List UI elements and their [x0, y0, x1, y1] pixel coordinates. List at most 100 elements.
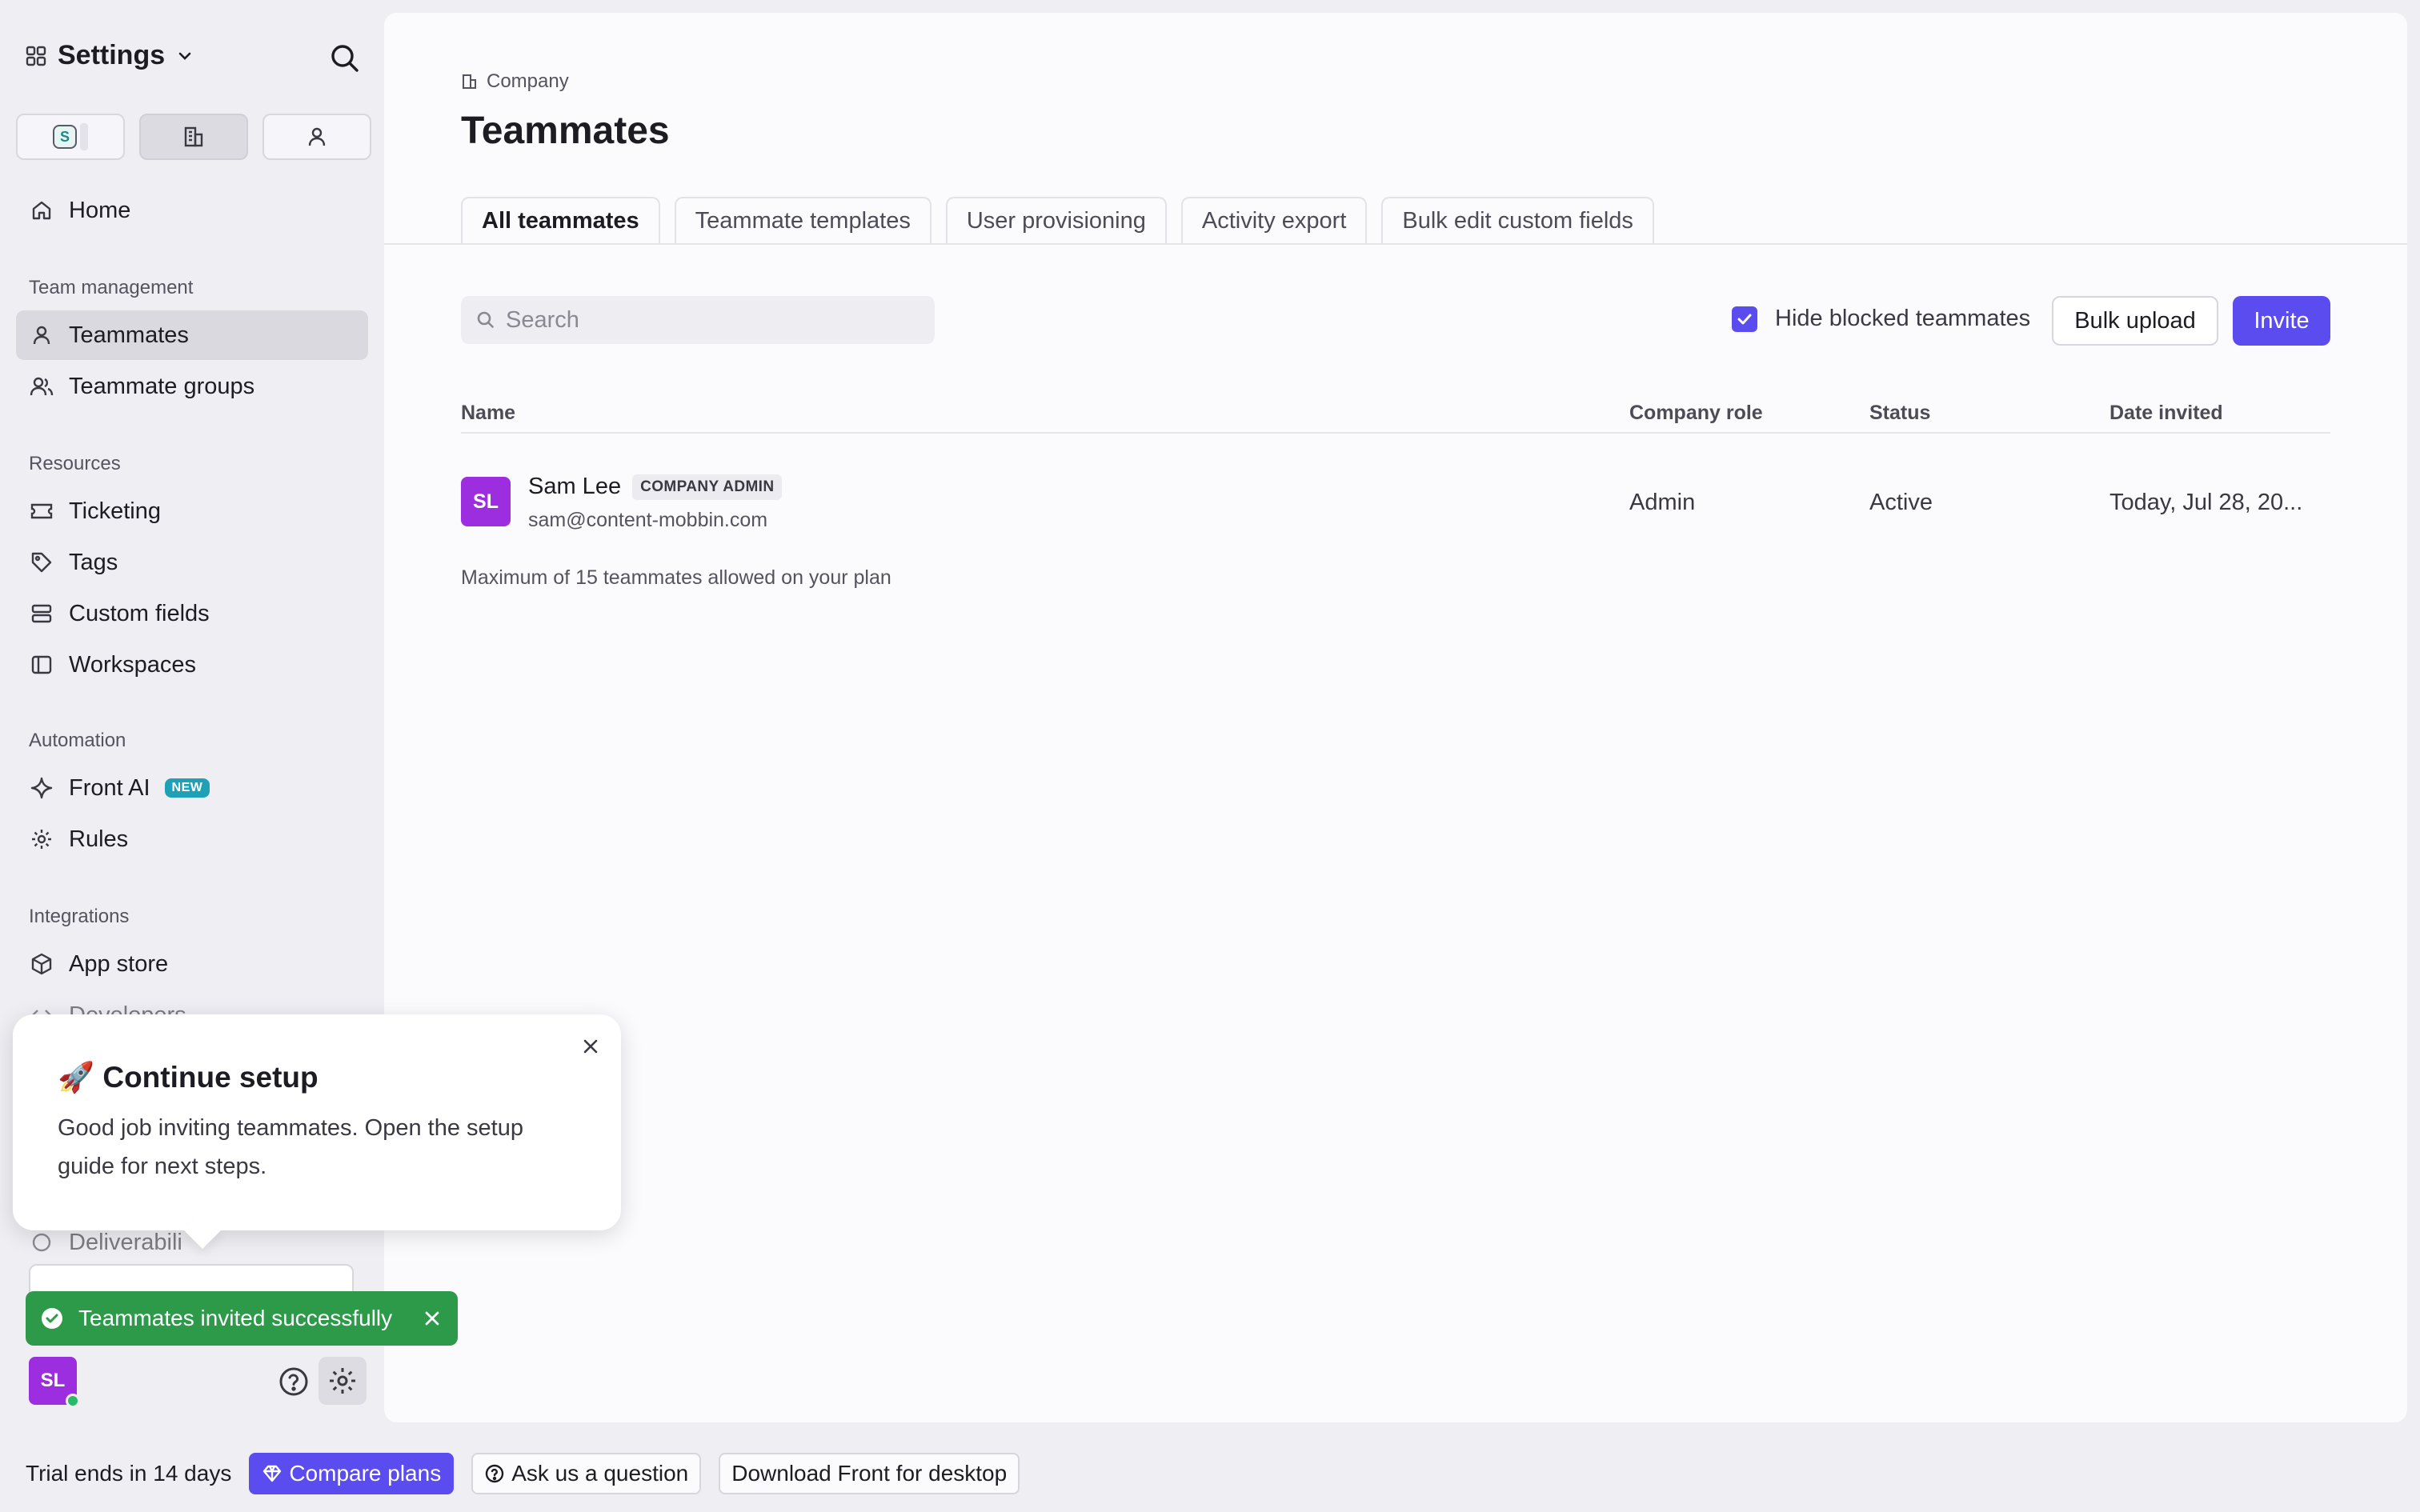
scope-personal-workspace-button[interactable]: S: [16, 114, 125, 160]
scope-company-button[interactable]: [139, 114, 248, 160]
close-icon[interactable]: [576, 1032, 605, 1061]
close-icon[interactable]: [419, 1306, 445, 1331]
popover-body: Good job inviting teammates. Open the se…: [58, 1115, 523, 1179]
tab-teammate-templates[interactable]: Teammate templates: [674, 197, 932, 243]
ticket-icon: [29, 498, 54, 524]
check-circle-icon: [40, 1306, 64, 1330]
hide-blocked-checkbox[interactable]: [1732, 306, 1757, 332]
table-header-divider: [461, 432, 2330, 434]
sidebar-item-label: Custom fields: [69, 600, 210, 626]
teammate-name: Sam Lee: [528, 474, 622, 499]
section-automation: Automation: [29, 730, 126, 751]
compare-plans-label: Compare plans: [289, 1461, 442, 1486]
compare-plans-button[interactable]: Compare plans: [249, 1453, 455, 1494]
sidebar-item-tags[interactable]: Tags: [16, 538, 368, 587]
section-team-management: Team management: [29, 277, 194, 298]
sidebar-item-rules[interactable]: Rules: [16, 814, 368, 864]
tabs: All teammates Teammate templates User pr…: [461, 197, 1654, 243]
popover-title: 🚀 Continue setup: [58, 1061, 319, 1095]
sidebar-item-label: Home: [69, 197, 131, 223]
download-desktop-button[interactable]: Download Front for desktop: [719, 1453, 1020, 1494]
breadcrumb[interactable]: Company: [461, 70, 569, 93]
sidebar-item-label: Teammate groups: [69, 373, 255, 399]
tab-activity-export[interactable]: Activity export: [1180, 197, 1368, 243]
search-field[interactable]: [461, 296, 935, 344]
download-desktop-label: Download Front for desktop: [731, 1461, 1008, 1486]
hide-blocked-label: Hide blocked teammates: [1775, 306, 2031, 331]
main-panel: Company Teammates All teammates Teammate…: [384, 13, 2407, 1422]
sidebar-item-front-ai[interactable]: Front AI NEW: [16, 763, 368, 813]
diamond-icon: [262, 1463, 282, 1484]
sidebar-item-label: Rules: [69, 826, 129, 852]
sidebar-item-label: Teammates: [69, 322, 189, 348]
user-icon: [305, 125, 329, 149]
search-input[interactable]: [506, 306, 906, 334]
success-toast: Teammates invited successfully: [26, 1291, 458, 1346]
tab-all-teammates[interactable]: All teammates: [461, 197, 660, 243]
user-icon: [29, 322, 54, 348]
sidebar-item-label: Ticketing: [69, 498, 161, 524]
building-icon: [461, 73, 479, 90]
gear-icon: [327, 1366, 358, 1396]
users-icon: [29, 374, 54, 399]
continue-setup-popover: 🚀 Continue setup Good job inviting teamm…: [13, 1014, 621, 1250]
sidebar-item-teammates[interactable]: Teammates: [16, 310, 368, 360]
popover-title-text: Continue setup: [102, 1061, 319, 1094]
sidebar-footer: SL: [29, 1357, 367, 1408]
online-status-dot: [66, 1394, 80, 1408]
status-cell: Active: [1869, 490, 1933, 515]
sidebar-title: Settings: [58, 40, 166, 70]
sidebar-item-app-store[interactable]: App store: [16, 939, 368, 989]
tabs-divider: [384, 243, 2407, 245]
column-header-name[interactable]: Name: [461, 402, 515, 425]
table-row[interactable]: SL Sam Lee COMPANY ADMIN sam@content-mob…: [461, 466, 2330, 542]
sidebar-item-ticketing[interactable]: Ticketing: [16, 486, 368, 536]
invite-button[interactable]: Invite: [2233, 296, 2330, 346]
avatar: SL: [461, 477, 511, 526]
workspace-avatar: S: [53, 125, 77, 149]
sidebar-item-label: Deliverabili: [69, 1229, 182, 1255]
date-invited-cell: Today, Jul 28, 20...: [2109, 490, 2303, 515]
custom-fields-icon: [29, 601, 54, 626]
sidebar-item-workspaces[interactable]: Workspaces: [16, 640, 368, 690]
column-header-company-role[interactable]: Company role: [1629, 402, 1763, 425]
rocket-icon: 🚀: [58, 1061, 95, 1094]
tab-user-provisioning[interactable]: User provisioning: [945, 197, 1167, 243]
settings-menu-button[interactable]: Settings: [26, 40, 194, 71]
teammate-name-cell: Sam Lee COMPANY ADMIN: [528, 474, 783, 500]
search-icon: [475, 310, 496, 330]
grid-icon: [26, 46, 46, 66]
sidebar-item-home[interactable]: Home: [16, 186, 368, 235]
settings-button[interactable]: [319, 1357, 367, 1405]
ask-question-button[interactable]: Ask us a question: [471, 1453, 702, 1494]
sidebar-item-teammate-groups[interactable]: Teammate groups: [16, 362, 368, 411]
gear-icon: [29, 826, 54, 852]
chevron-down-icon: [176, 47, 194, 65]
sidebar-item-custom-fields[interactable]: Custom fields: [16, 589, 368, 638]
workspace-stack-icon: [80, 123, 88, 150]
workspace-icon: [29, 652, 54, 678]
scope-personal-button[interactable]: [262, 114, 371, 160]
plan-limit-note: Maximum of 15 teammates allowed on your …: [461, 566, 891, 589]
column-header-date-invited[interactable]: Date invited: [2109, 402, 2223, 425]
toast-message: Teammates invited successfully: [78, 1306, 393, 1330]
gauge-icon: [29, 1230, 54, 1255]
sidebar-item-label: Tags: [69, 549, 118, 575]
sparkle-icon: [29, 775, 54, 801]
trial-bar: Trial ends in 14 days Compare plans Ask …: [26, 1453, 1020, 1494]
tab-bulk-edit-custom-fields[interactable]: Bulk edit custom fields: [1381, 197, 1654, 243]
breadcrumb-company: Company: [487, 70, 569, 92]
column-header-status[interactable]: Status: [1869, 402, 1930, 425]
ask-question-label: Ask us a question: [511, 1461, 689, 1486]
help-icon[interactable]: [277, 1365, 311, 1398]
user-avatar[interactable]: SL: [29, 1357, 80, 1408]
search-icon[interactable]: [327, 40, 363, 77]
page-title: Teammates: [461, 110, 670, 152]
new-badge: NEW: [164, 778, 210, 798]
bulk-upload-button[interactable]: Bulk upload: [2052, 296, 2218, 346]
sidebar-item-label: Front AI: [69, 774, 150, 801]
hide-blocked-toggle[interactable]: Hide blocked teammates: [1732, 306, 2030, 332]
tag-icon: [29, 550, 54, 575]
scope-switcher: S: [16, 114, 371, 160]
building-icon: [182, 125, 206, 149]
